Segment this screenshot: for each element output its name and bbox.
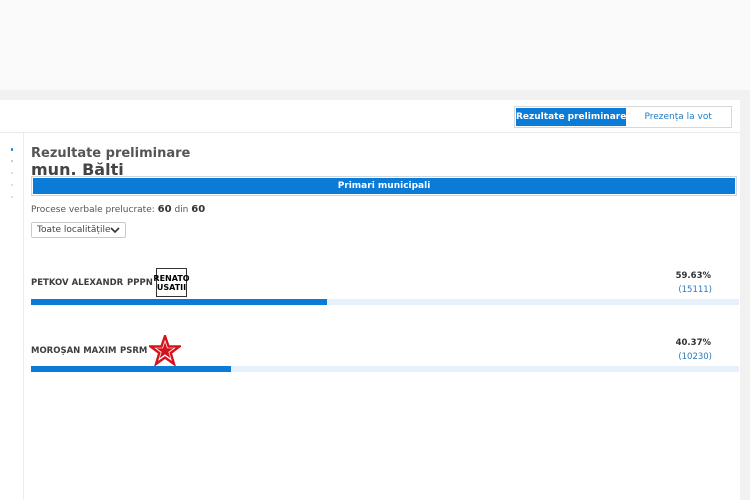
logo-text-line2: USATII xyxy=(156,282,187,292)
tab-turnout[interactable]: Prezența la vot xyxy=(626,108,730,126)
logo-text-line1: RENATO xyxy=(153,273,190,283)
tab-preliminary-results[interactable]: Rezultate preliminare xyxy=(516,108,627,126)
candidate-party: PSRM xyxy=(120,346,148,356)
candidate-row: MOROȘAN MAXIM PSRM 40.37% (10230) xyxy=(31,334,739,384)
top-blank-area xyxy=(0,0,750,90)
election-type-label: Primari municipali xyxy=(33,178,735,194)
processed-done: 60 xyxy=(157,204,172,215)
processed-separator: din xyxy=(174,205,189,215)
header-divider xyxy=(0,132,740,133)
party-logo-renato-usatii: RENATO USATII xyxy=(153,268,190,297)
page-title: Rezultate preliminare xyxy=(31,146,191,161)
candidate-row: PETKOV ALEXANDR PPPN RENATO USATII 59.63… xyxy=(31,266,739,316)
rail-marker xyxy=(11,196,13,198)
candidate-name: PETKOV ALEXANDR xyxy=(31,278,124,288)
rail-marker xyxy=(11,184,13,186)
processed-total: 60 xyxy=(191,204,206,215)
red-star-icon xyxy=(149,335,181,367)
locality-select[interactable]: Toate localitățile xyxy=(31,222,126,238)
separator-band xyxy=(0,90,750,100)
rail-marker xyxy=(11,172,13,174)
rail-marker xyxy=(11,160,13,162)
chevron-down-icon xyxy=(110,227,120,234)
locality-select-value: Toate localitățile xyxy=(37,225,111,235)
candidate-party: PPPN xyxy=(127,278,153,288)
candidate-votes[interactable]: (10230) xyxy=(652,352,712,362)
vote-share-bar-track xyxy=(31,299,739,305)
candidate-percent: 59.63% xyxy=(675,271,711,281)
right-gutter xyxy=(740,100,750,500)
vote-share-bar-fill xyxy=(31,299,327,305)
vote-share-bar-track xyxy=(31,366,739,372)
rail-marker-active xyxy=(11,148,13,151)
vote-share-bar-fill xyxy=(31,366,232,372)
processed-reports: Procese verbale prelucrate: 60 din 60 xyxy=(31,204,205,215)
election-type-tab[interactable]: Primari municipali xyxy=(31,176,737,196)
processed-label: Procese verbale prelucrate: xyxy=(31,205,155,215)
candidate-percent: 40.37% xyxy=(675,338,711,348)
view-tabs: Rezultate preliminare Prezența la vot xyxy=(514,106,732,128)
candidate-votes[interactable]: (15111) xyxy=(652,285,712,295)
candidate-name: MOROȘAN MAXIM xyxy=(31,346,117,356)
left-rail[interactable] xyxy=(0,133,24,500)
